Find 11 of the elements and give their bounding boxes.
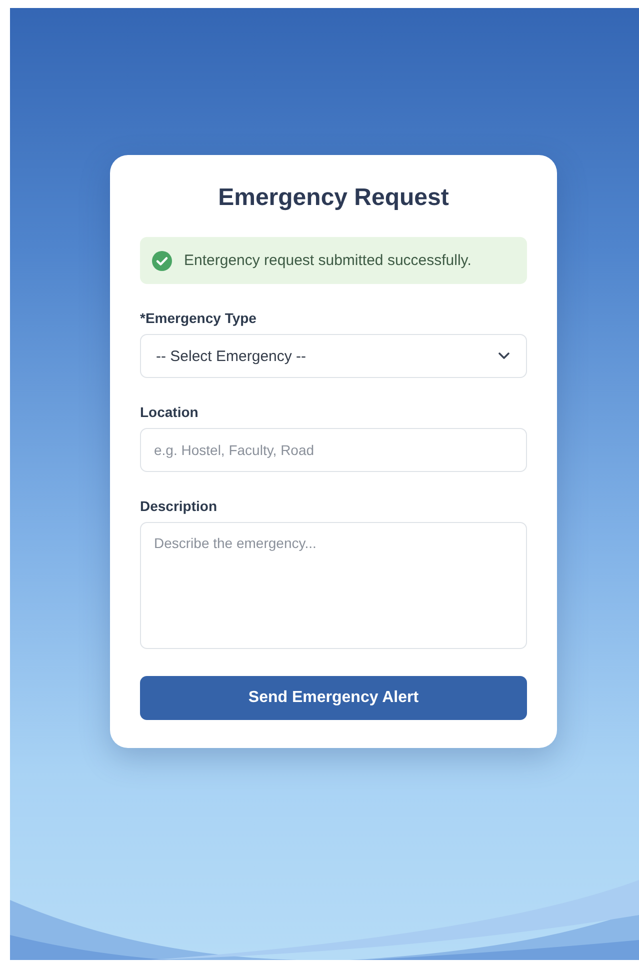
location-field[interactable]: e.g. Hostel, Faculty, Road	[140, 428, 527, 472]
check-circle-icon	[152, 250, 172, 270]
select-field[interactable]: -- Select Emergency --	[140, 334, 527, 378]
alert-message: Entergency request submitted successfully.	[184, 252, 472, 269]
field-label: Location	[140, 404, 200, 420]
description-field[interactable]: Describe the emergency...	[140, 522, 527, 649]
chevron-down-icon	[498, 352, 510, 360]
field-label: Description	[140, 498, 218, 514]
field-label: *Emergency Type	[140, 310, 258, 326]
send-alert-button[interactable]: Send Emergency Alert	[140, 676, 527, 720]
form-title: Emergency Request	[217, 183, 450, 213]
